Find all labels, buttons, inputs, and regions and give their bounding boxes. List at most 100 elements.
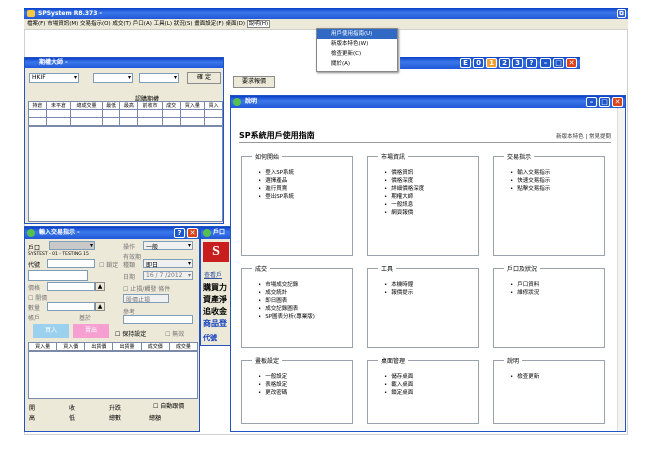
column-header[interactable]: 買入: [204, 101, 223, 110]
column-header[interactable]: 買入價: [56, 342, 86, 351]
code-list[interactable]: [28, 270, 88, 281]
column-header[interactable]: 持倉: [28, 101, 47, 110]
menu-tools[interactable]: 工具(L): [154, 21, 172, 27]
toolbar-e-button[interactable]: E: [460, 58, 471, 68]
account-select[interactable]: ▾: [49, 241, 95, 250]
help-link[interactable]: 網頁報價: [384, 209, 424, 217]
help-link[interactable]: 一般訊息: [384, 201, 424, 209]
account-tab[interactable]: 代號: [203, 333, 217, 343]
buy-button[interactable]: 買入: [33, 324, 69, 338]
help-link[interactable]: 更改密碼: [258, 389, 287, 397]
price-type-checkbox[interactable]: ☐ 開價: [28, 293, 47, 302]
help-link[interactable]: SP圖表分析(專業版): [258, 313, 315, 321]
help-link[interactable]: 成交記錄圖表: [258, 305, 315, 313]
help-link[interactable]: 一般設定: [258, 373, 287, 381]
menu-item-new-features[interactable]: 新版本特色(W): [317, 39, 397, 49]
column-header[interactable]: 買入量: [27, 342, 58, 351]
help-question-button[interactable]: ?: [526, 58, 537, 68]
minimize-icon[interactable]: –: [540, 58, 551, 68]
toolbar-0-button[interactable]: 0: [473, 58, 484, 68]
column-header[interactable]: 未平倉: [45, 101, 72, 110]
column-header[interactable]: 出貨量: [112, 342, 142, 351]
close-icon[interactable]: ✕: [566, 58, 577, 68]
help-link[interactable]: 登出SP系統: [258, 193, 294, 201]
help-link[interactable]: 載入桌面: [384, 381, 413, 389]
help-link[interactable]: 市場成交記錄: [258, 281, 315, 289]
menu-screen[interactable]: 畫面設定(F): [194, 21, 223, 27]
no-checkbox[interactable]: ☐ 無效: [165, 329, 184, 338]
lock-checkbox[interactable]: ☐ 鎖定: [99, 260, 118, 269]
product-select[interactable]: HKIF ▾: [29, 73, 79, 83]
help-link[interactable]: 選擇產品: [258, 177, 294, 185]
table-row[interactable]: [28, 117, 223, 126]
help-link[interactable]: 點擊交易指示: [510, 185, 550, 193]
help-link[interactable]: 快速交易指示: [510, 177, 550, 185]
menu-status[interactable]: 狀況(S): [174, 21, 193, 27]
menu-account[interactable]: 戶口(A): [133, 21, 152, 27]
price-input[interactable]: [47, 282, 95, 291]
help-link[interactable]: 進行買賣: [258, 185, 294, 193]
help-link[interactable]: 本機時鐘: [384, 281, 413, 289]
menu-file[interactable]: 檔案(F): [27, 21, 45, 27]
help-link[interactable]: 戶口資料: [510, 281, 539, 289]
minimize-icon[interactable]: –: [586, 97, 597, 107]
date-select[interactable]: 16 / 7 /2012 ▾: [143, 271, 193, 280]
help-link[interactable]: 檢查更新: [510, 373, 539, 381]
help-icon[interactable]: ?: [174, 228, 185, 238]
column-header[interactable]: 成交: [161, 101, 181, 110]
app-restore-icon[interactable]: ⧉: [617, 9, 626, 18]
column-header[interactable]: 成交量: [168, 342, 199, 351]
confirm-button[interactable]: 確 定: [187, 72, 221, 84]
help-link[interactable]: 儲存桌面: [384, 373, 413, 381]
hold-checkbox[interactable]: ☐ 保持設定: [115, 329, 146, 338]
menu-help[interactable]: 說明(H): [246, 20, 271, 28]
toolbar-2-button[interactable]: 2: [499, 58, 510, 68]
menu-desktop[interactable]: 桌面(D): [225, 21, 245, 27]
menu-item-user-guide[interactable]: 用戶使用指南(U): [317, 29, 397, 39]
restore-icon[interactable]: □: [553, 58, 564, 68]
close-icon[interactable]: ✕: [612, 97, 623, 107]
toolbar-1-button[interactable]: 1: [486, 58, 497, 68]
help-scrollbar[interactable]: [617, 108, 625, 431]
menu-order[interactable]: 交易指示(O): [80, 21, 111, 27]
column-header[interactable]: 成交價: [140, 342, 170, 351]
column-header[interactable]: 出貨價: [84, 342, 114, 351]
code-input[interactable]: [47, 259, 95, 268]
help-link[interactable]: 表格設定: [258, 381, 287, 389]
toolbar-3-button[interactable]: 3: [512, 58, 523, 68]
request-quote-button[interactable]: 要求報價: [233, 76, 275, 88]
sell-button[interactable]: 賣出: [73, 324, 109, 338]
type-select[interactable]: 即日 ▾: [143, 259, 193, 269]
menu-item-about[interactable]: 關於(A): [317, 59, 397, 69]
column-header[interactable]: 前收市: [137, 101, 163, 110]
qty-stepper[interactable]: ▲: [95, 302, 105, 311]
strike-select[interactable]: ▾: [139, 73, 179, 83]
column-header[interactable]: 最低: [101, 101, 121, 110]
menu-market[interactable]: 市場資訊(M): [47, 21, 78, 27]
help-link[interactable]: 價格資訊: [384, 169, 424, 177]
help-link[interactable]: 輸入交易指示: [510, 169, 550, 177]
help-link[interactable]: 報價提示: [384, 289, 413, 297]
column-header[interactable]: 買入量: [179, 101, 206, 110]
condition-select[interactable]: 股價止損: [123, 294, 169, 304]
close-icon[interactable]: ✕: [187, 228, 198, 238]
help-link[interactable]: 成交統計: [258, 289, 315, 297]
column-header[interactable]: 總成交量: [70, 101, 103, 110]
help-link[interactable]: 價格深度: [384, 177, 424, 185]
menu-item-check-update[interactable]: 檢查更新(C): [317, 49, 397, 59]
help-links[interactable]: 新版本特色 | 常見提問: [556, 132, 611, 140]
auto-checkbox[interactable]: ☐ 自動跟價: [153, 401, 184, 410]
table-row[interactable]: [28, 109, 223, 118]
qty-input[interactable]: [47, 302, 95, 311]
operation-select[interactable]: 一般 ▾: [143, 241, 193, 251]
price-stepper[interactable]: ▲: [95, 282, 105, 291]
column-header[interactable]: 最高: [119, 101, 139, 110]
help-link[interactable]: 即日圖表: [258, 297, 315, 305]
menu-trade[interactable]: 成交(T): [112, 21, 131, 27]
stop-checkbox[interactable]: ☐ 止損/觸發 條件: [123, 284, 170, 293]
maximize-icon[interactable]: □: [599, 97, 610, 107]
help-link[interactable]: 期權大師: [384, 193, 424, 201]
help-link[interactable]: 登入SP系統: [258, 169, 294, 177]
help-link[interactable]: 詳細價格深度: [384, 185, 424, 193]
help-link[interactable]: 維修狀況: [510, 289, 539, 297]
